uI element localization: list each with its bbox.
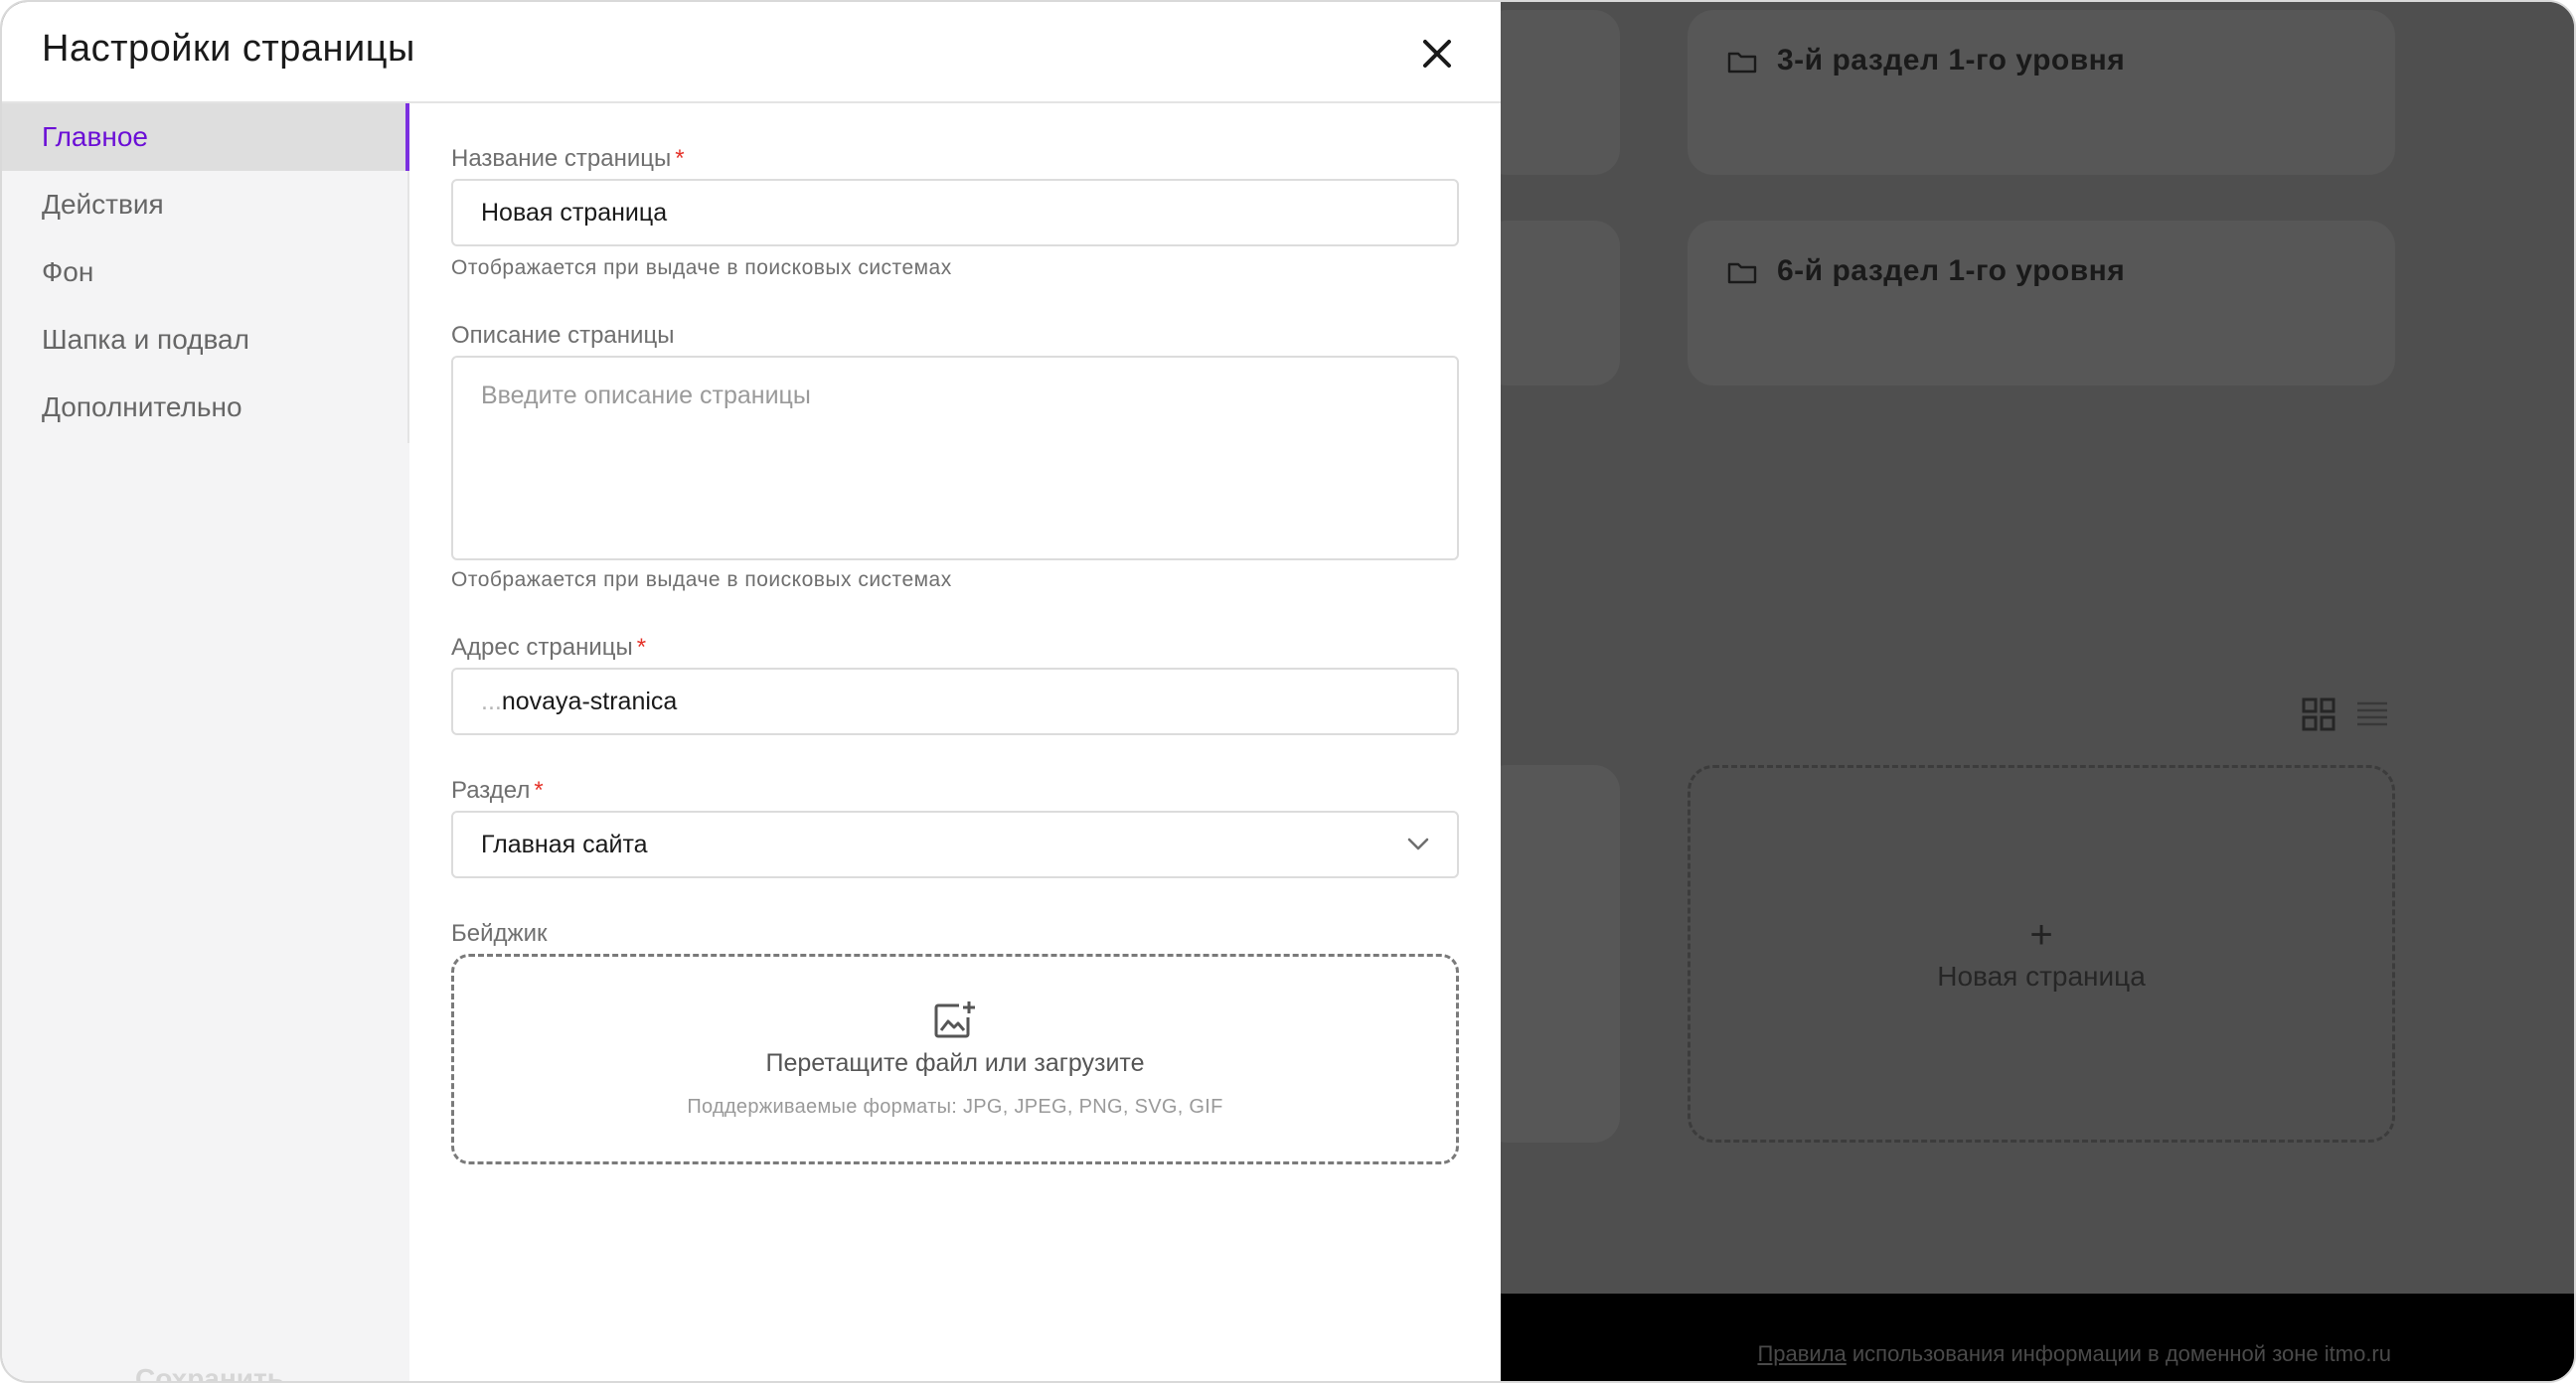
required-mark: * xyxy=(636,634,647,661)
folder-icon xyxy=(1727,262,1757,284)
sidebar-item-actions[interactable]: Действия xyxy=(2,171,409,238)
page-description-textarea[interactable] xyxy=(451,356,1459,560)
footer: Правила использования информации в домен… xyxy=(1501,1294,2574,1381)
page-address-label: Адрес страницы * xyxy=(451,634,646,662)
page-address-label-text: Адрес страницы xyxy=(451,634,633,661)
page-description-hint: Отображается при выдаче в поисковых сист… xyxy=(451,568,952,591)
view-toggle xyxy=(2302,697,2389,731)
section-label: Раздел * xyxy=(451,777,544,805)
sidebar-item-main[interactable]: Главное xyxy=(2,103,409,171)
modal-title: Настройки страницы xyxy=(42,28,415,70)
page-name-input[interactable] xyxy=(451,179,1459,246)
new-page-card[interactable]: + Новая страница xyxy=(1688,765,2395,1143)
section-label-text: Раздел xyxy=(451,777,531,804)
list-view-icon[interactable] xyxy=(2355,697,2389,731)
modal-header: Настройки страницы xyxy=(2,2,1501,103)
address-value: novaya-stranica xyxy=(501,687,678,715)
page-settings-modal: Настройки страницы Главное Действия Фон … xyxy=(2,2,1501,1381)
address-prefix: ... xyxy=(481,687,502,715)
section-card[interactable]: 6-й раздел 1-го уровня xyxy=(1688,221,2395,385)
background-card-partial xyxy=(1481,221,1620,385)
sidebar-item-additional[interactable]: Дополнительно xyxy=(2,374,409,441)
chevron-down-icon xyxy=(1407,838,1429,850)
close-button[interactable] xyxy=(1415,32,1459,76)
add-image-icon xyxy=(934,1001,975,1038)
sidebar-item-background[interactable]: Фон xyxy=(2,238,409,306)
section-card-title: 6-й раздел 1-го уровня xyxy=(1777,254,2126,287)
page-address-input[interactable]: ... novaya-stranica xyxy=(451,668,1459,735)
page-description-label: Описание страницы xyxy=(451,322,675,349)
grid-view-icon[interactable] xyxy=(2302,697,2335,731)
badge-label: Бейджик xyxy=(451,920,548,947)
section-select[interactable]: Главная сайта xyxy=(451,811,1459,878)
dropzone-title: Перетащите файл или загрузите xyxy=(765,1049,1145,1077)
rules-link[interactable]: Правила xyxy=(1757,1341,1846,1366)
app-frame: 3-й раздел 1-го уровня 6-й раздел 1-го у… xyxy=(0,0,2576,1383)
required-mark: * xyxy=(534,777,544,804)
settings-form: Название страницы* Отображается при выда… xyxy=(409,103,1501,1381)
badge-dropzone[interactable]: Перетащите файл или загрузите Поддержива… xyxy=(451,954,1459,1164)
section-card[interactable]: 3-й раздел 1-го уровня xyxy=(1688,10,2395,175)
page-name-label: Название страницы * xyxy=(451,145,685,173)
dropzone-formats: Поддерживаемые форматы: JPG, JPEG, PNG, … xyxy=(687,1096,1223,1118)
sidebar-item-header-footer[interactable]: Шапка и подвал xyxy=(2,306,409,374)
background-page: 3-й раздел 1-го уровня 6-й раздел 1-го у… xyxy=(1481,2,2574,1381)
settings-sidebar: Главное Действия Фон Шапка и подвал Допо… xyxy=(2,103,409,1381)
background-card-partial xyxy=(1481,765,1620,1143)
save-button[interactable]: Сохранить xyxy=(135,1363,284,1381)
footer-caption: использования информации в доменной зоне… xyxy=(1846,1341,2391,1366)
plus-icon: + xyxy=(2029,913,2053,957)
close-icon xyxy=(1423,40,1451,68)
page-name-hint: Отображается при выдаче в поисковых сист… xyxy=(451,256,952,279)
folder-icon xyxy=(1727,52,1757,74)
section-card-title: 3-й раздел 1-го уровня xyxy=(1777,44,2126,77)
background-card-partial xyxy=(1481,10,1620,175)
new-page-label: Новая страница xyxy=(1937,961,2146,992)
required-mark: * xyxy=(675,145,685,172)
page-name-label-text: Название страницы xyxy=(451,145,672,172)
section-selected-value: Главная сайта xyxy=(481,830,648,858)
footer-text: Правила использования информации в домен… xyxy=(1757,1341,2391,1367)
